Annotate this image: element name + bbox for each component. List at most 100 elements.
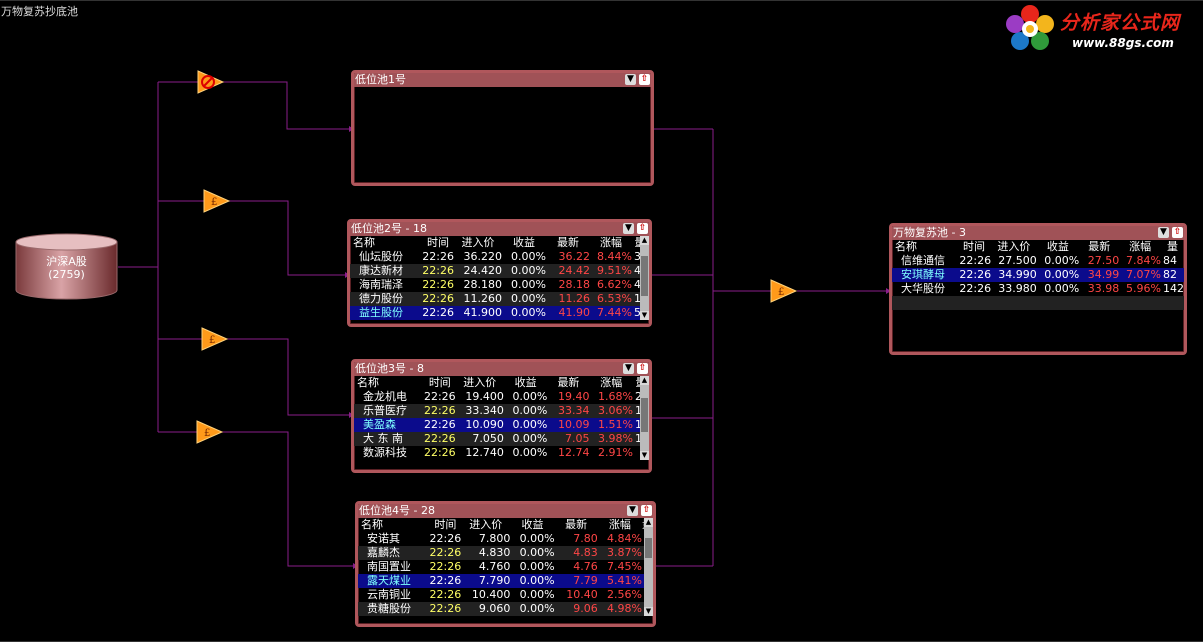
pool-count: - 28 xyxy=(410,504,435,517)
cell-time: 22:26 xyxy=(429,574,462,588)
table-row[interactable]: 海南瑞泽 22:26 28.180 0.00% 28.18 6.62% 4 xyxy=(350,278,648,292)
pool-window-result[interactable]: 万物复苏池 - 3 ▼ ⇧ 名称 时间 进入价 收益 最新 涨幅量信维通信 22:26 27.500… xyxy=(889,223,1187,355)
column-header-extra[interactable]: 量 xyxy=(1161,240,1184,254)
column-header-latest[interactable]: 最新 xyxy=(547,376,589,390)
dropdown-menu-icon[interactable]: ▼ xyxy=(1158,227,1169,238)
column-header-change[interactable]: 涨幅 xyxy=(590,236,632,250)
column-header-profit[interactable]: 收益 xyxy=(510,518,554,532)
column-header-entry[interactable]: 进入价 xyxy=(454,236,502,250)
cell-name: 云南铜业 xyxy=(367,588,411,601)
pool-titlebar[interactable]: 万物复苏池 - 3 ▼ ⇧ xyxy=(892,226,1184,240)
pool-titlebar[interactable]: 低位池2号 - 18 ▼ ⇧ xyxy=(350,222,649,236)
scroll-thumb[interactable] xyxy=(641,398,648,432)
scroll-down-icon[interactable]: ▼ xyxy=(640,451,649,460)
export-arrow-icon[interactable]: ⇧ xyxy=(637,363,648,374)
column-header-name[interactable]: 名称 xyxy=(350,236,422,250)
column-header-latest[interactable]: 最新 xyxy=(546,236,590,250)
dropdown-menu-icon[interactable]: ▼ xyxy=(625,74,636,85)
cell-extra: 84 xyxy=(1162,254,1177,267)
column-header-time[interactable]: 时间 xyxy=(424,376,456,390)
table-row[interactable]: 南国置业 22:26 4.760 0.00% 4.76 7.45% xyxy=(358,560,653,574)
cell-change: 5.41% xyxy=(597,574,642,588)
table-row[interactable]: 德力股份22:2611.2600.00%11.266.53%18 xyxy=(350,292,648,306)
scroll-down-icon[interactable]: ▼ xyxy=(640,311,649,320)
filter-node-merge[interactable]: £ xyxy=(769,278,799,304)
column-header-time[interactable]: 时间 xyxy=(430,518,462,532)
scroll-down-icon[interactable]: ▼ xyxy=(644,607,653,616)
filter-node-3[interactable]: £ xyxy=(200,326,230,352)
column-header-entry[interactable]: 进入价 xyxy=(461,518,510,532)
pool-title: 低位池3号 xyxy=(355,362,406,375)
column-header-latest[interactable]: 最新 xyxy=(555,518,598,532)
dropdown-menu-icon[interactable]: ▼ xyxy=(627,505,638,516)
column-header-entry[interactable]: 进入价 xyxy=(991,240,1037,254)
column-header-profit[interactable]: 收益 xyxy=(502,236,546,250)
export-arrow-icon[interactable]: ⇧ xyxy=(639,74,650,85)
column-header-latest[interactable]: 最新 xyxy=(1079,240,1119,254)
table-row[interactable]: 益生股份 22:26 41.900 0.00% 41.90 7.44% 5 xyxy=(350,306,648,320)
stock-table: 名称时间进入价收益最新涨幅量金龙机电22:2619.4000.00%19.401… xyxy=(354,376,649,460)
table-row[interactable]: 数源科技 22:26 12.740 0.00% 12.74 2.91% xyxy=(354,446,649,460)
column-header-change[interactable]: 涨幅 xyxy=(598,518,642,532)
dropdown-menu-icon[interactable]: ▼ xyxy=(623,223,634,234)
export-arrow-icon[interactable]: ⇧ xyxy=(641,505,652,516)
cell-name: 南国置业 xyxy=(367,560,411,573)
column-header-time[interactable]: 时间 xyxy=(957,240,991,254)
pool-title: 低位池1号 xyxy=(355,73,406,86)
table-row[interactable]: 金龙机电 22:26 19.400 0.00% 19.40 1.68% 2 xyxy=(354,390,649,404)
filter-disabled-icon xyxy=(197,70,225,94)
pool-window-2[interactable]: 低位池2号 - 18▼⇧名称时间进入价收益最新涨幅量仙坛股份22:2636.22… xyxy=(347,219,652,327)
column-header-change[interactable]: 涨幅 xyxy=(1119,240,1161,254)
table-row[interactable]: 嘉麟杰22:264.8300.00%4.833.87%1 xyxy=(358,546,653,560)
export-arrow-icon[interactable]: ⇧ xyxy=(1172,227,1183,238)
column-header-profit[interactable]: 收益 xyxy=(504,376,547,390)
table-row[interactable]: 露天煤业22:267.7900.00%7.795.41%4 xyxy=(358,574,653,588)
scroll-up-icon[interactable]: ▲ xyxy=(640,236,649,245)
table-row[interactable]: 仙坛股份 22:26 36.220 0.00% 36.22 8.44% 3 xyxy=(350,250,648,264)
cell-name: 德力股份 xyxy=(350,292,422,306)
table-row[interactable]: 云南铜业22:2610.4000.00%10.402.56%5 xyxy=(358,588,653,602)
filter-node-disabled[interactable] xyxy=(196,69,226,95)
column-header-profit[interactable]: 收益 xyxy=(1037,240,1079,254)
table-row[interactable]: 美盈森 22:26 10.090 0.00% 10.09 1.51% 1 xyxy=(354,418,649,432)
table-row[interactable]: 贵糖股份22:269.0600.00%9.064.98%1 xyxy=(358,602,653,616)
vertical-scrollbar[interactable]: ▲ ▼ xyxy=(640,376,649,460)
cell-change: 7.45% xyxy=(607,560,642,573)
table-row[interactable]: 安诺其22:267.8000.00%7.804.84%1 xyxy=(358,532,653,546)
table-row[interactable]: 信维通信 22:26 27.500 0.00% 27.50 7.84% 84 xyxy=(892,254,1184,268)
source-universe[interactable]: 沪深A股 (2759) xyxy=(15,233,118,300)
table-row[interactable]: 大 东 南22:267.0500.00%7.053.98%11 xyxy=(354,432,649,446)
column-header-name[interactable]: 名称 xyxy=(358,518,430,532)
column-header-change[interactable]: 涨幅 xyxy=(589,376,632,390)
table-row[interactable]: 乐普医疗 22:26 33.340 0.00% 33.34 3.06% 1 xyxy=(354,404,649,418)
pool-window-1[interactable]: 低位池1号 ▼ ⇧ xyxy=(351,70,654,186)
pool-window-3[interactable]: 低位池3号 - 8▼⇧名称时间进入价收益最新涨幅量金龙机电22:2619.400… xyxy=(351,359,652,473)
cell-latest: 12.74 xyxy=(557,446,590,459)
vertical-scrollbar[interactable]: ▲ ▼ xyxy=(640,236,649,320)
column-header-time[interactable]: 时间 xyxy=(422,236,454,250)
column-header-name[interactable]: 名称 xyxy=(354,376,424,390)
filter-node-2[interactable]: £ xyxy=(202,188,232,214)
table-row[interactable]: 安琪酵母 22:26 34.990 0.00% 34.99 7.07% 82 xyxy=(892,268,1184,282)
pool-titlebar[interactable]: 低位池4号 - 28 ▼ ⇧ xyxy=(358,504,653,518)
vertical-scrollbar[interactable]: ▲ ▼ xyxy=(644,518,653,616)
filter-node-4[interactable]: £ xyxy=(195,419,225,445)
column-header-name[interactable]: 名称 xyxy=(892,240,957,254)
pool-titlebar[interactable]: 低位池1号 ▼ ⇧ xyxy=(354,73,651,87)
scroll-up-icon[interactable]: ▲ xyxy=(640,376,649,385)
cell-profit: 0.00% xyxy=(510,574,555,588)
export-arrow-icon[interactable]: ⇧ xyxy=(637,223,648,234)
cell-latest: 10.09 xyxy=(547,418,590,432)
cell-name: 大华股份 xyxy=(901,282,945,295)
pool-window-4[interactable]: 低位池4号 - 28▼⇧名称时间进入价收益最新涨幅量安诺其22:267.8000… xyxy=(355,501,656,627)
column-header-entry[interactable]: 进入价 xyxy=(456,376,504,390)
dropdown-menu-icon[interactable]: ▼ xyxy=(623,363,634,374)
cell-latest: 7.05 xyxy=(547,432,590,446)
table-row[interactable]: 大华股份 22:26 33.980 0.00% 33.98 5.96% 142 xyxy=(892,282,1184,296)
table-row[interactable]: 康达新材 22:26 24.420 0.00% 24.42 9.51% 4 xyxy=(350,264,648,278)
cell-entry: 11.260 xyxy=(454,292,502,306)
pool-titlebar[interactable]: 低位池3号 - 8 ▼ ⇧ xyxy=(354,362,649,376)
scroll-thumb[interactable] xyxy=(645,538,652,558)
scroll-up-icon[interactable]: ▲ xyxy=(644,518,653,527)
scroll-thumb[interactable] xyxy=(641,256,648,296)
